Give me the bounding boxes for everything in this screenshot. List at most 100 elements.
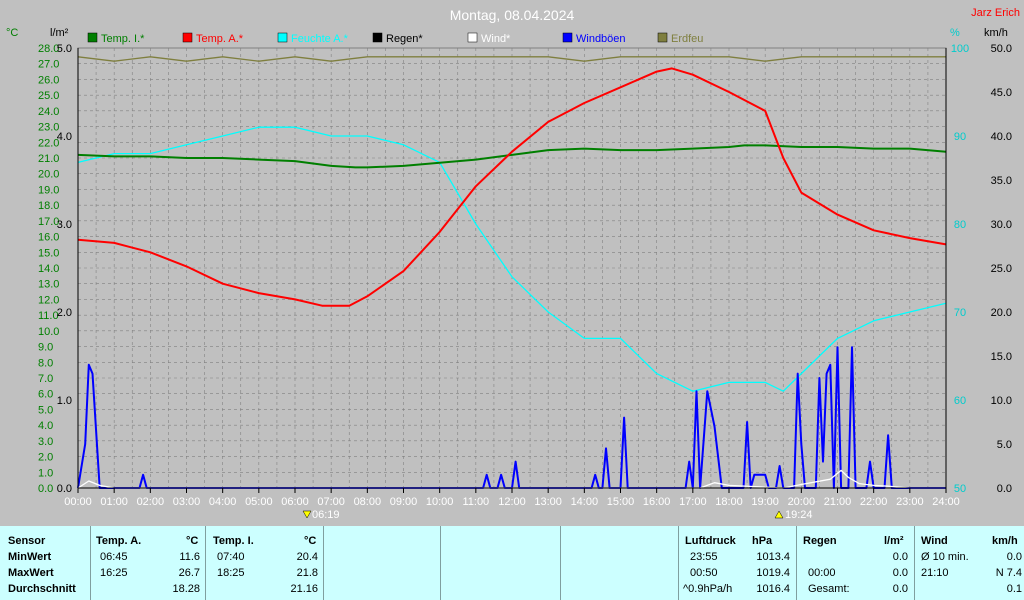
stat-label: MaxWert xyxy=(8,567,54,579)
author-label: Jarz Erich xyxy=(971,7,1020,19)
rain-unit: l/m² xyxy=(884,535,904,547)
temp-tick-label: 19.0 xyxy=(38,184,59,196)
temp-tick-label: 16.0 xyxy=(38,232,59,244)
stat-r-val: 0.0 xyxy=(892,567,908,579)
stat-p-time: 00:50 xyxy=(690,567,718,579)
temp-tick-label: 10.0 xyxy=(38,326,59,338)
wind-tick-label: 0.0 xyxy=(997,483,1012,495)
rain-tick-label: 1.0 xyxy=(57,395,72,407)
legend-label: Feuchte A.* xyxy=(291,33,349,45)
temp-tick-label: 27.0 xyxy=(38,59,59,71)
legend-swatch xyxy=(87,32,98,43)
x-tick-label: 18:00 xyxy=(715,496,743,508)
humidity-tick-label: 80 xyxy=(954,219,966,231)
x-tick-label: 06:00 xyxy=(281,496,309,508)
x-tick-label: 20:00 xyxy=(788,496,816,508)
temp-tick-label: 20.0 xyxy=(38,169,59,181)
x-tick-label: 16:00 xyxy=(643,496,671,508)
stat-ta-time: 16:25 xyxy=(100,567,128,579)
x-tick-label: 15:00 xyxy=(607,496,635,508)
temp-tick-label: 7.0 xyxy=(38,373,53,385)
statistics-panel: Sensor Temp. A. °C Temp. I. °C Luftdruck… xyxy=(0,526,1024,600)
temp-tick-label: 26.0 xyxy=(38,74,59,86)
temp-tick-label: 24.0 xyxy=(38,106,59,118)
x-tick-label: 11:00 xyxy=(462,496,489,508)
x-tick-label: 01:00 xyxy=(100,496,128,508)
celsius-unit-label: °C xyxy=(6,27,18,39)
stat-ta-val: 11.6 xyxy=(179,551,200,563)
rain-tick-label: 2.0 xyxy=(57,307,72,319)
wind-header: Wind xyxy=(921,535,948,547)
x-tick-label: 19:00 xyxy=(751,496,779,508)
wind-tick-label: 25.0 xyxy=(991,263,1012,275)
temp-tick-label: 12.0 xyxy=(38,294,59,306)
x-tick-label: 00:00 xyxy=(64,496,92,508)
stat-r-time: Gesamt: xyxy=(808,583,850,595)
temp-tick-label: 11.0 xyxy=(38,310,59,322)
wind-tick-label: 15.0 xyxy=(991,351,1012,363)
x-tick-label: 12:00 xyxy=(498,496,526,508)
temp-tick-label: 8.0 xyxy=(38,357,53,369)
legend-swatch xyxy=(657,32,668,43)
sunset-label: 19:24 xyxy=(785,509,813,521)
x-tick-label: 03:00 xyxy=(173,496,201,508)
temp-a-unit: °C xyxy=(186,535,199,547)
temp-tick-label: 0.0 xyxy=(38,483,53,495)
rain-tick-label: 3.0 xyxy=(57,219,72,231)
wind-tick-label: 40.0 xyxy=(991,131,1012,143)
rain-tick-label: 4.0 xyxy=(57,131,72,143)
x-tick-label: 04:00 xyxy=(209,496,237,508)
temp-tick-label: 15.0 xyxy=(38,247,59,259)
stat-ta-time: 06:45 xyxy=(100,551,128,563)
rain-unit-label: l/m² xyxy=(50,27,69,39)
wind-tick-label: 45.0 xyxy=(991,87,1012,99)
temp-tick-label: 13.0 xyxy=(38,279,59,291)
weather-chart: 0.0 1.0 2.0 3.0 4.0 5.0 6.0 7.0 8.0 9.0 10.0 11.0 12… xyxy=(0,0,1024,526)
temp-tick-label: 3.0 xyxy=(38,436,53,448)
stat-ti-time: 07:40 xyxy=(217,551,245,563)
temp-tick-label: 4.0 xyxy=(38,420,53,432)
legend-label: Wind* xyxy=(481,33,511,45)
legend-swatch xyxy=(467,32,478,43)
stat-p-val: 1019.4 xyxy=(756,567,790,579)
x-tick-label: 22:00 xyxy=(860,496,888,508)
rain-tick-label: 0.0 xyxy=(57,483,72,495)
legend-swatch xyxy=(372,32,383,43)
wind-tick-label: 10.0 xyxy=(991,395,1012,407)
pressure-unit: hPa xyxy=(752,535,773,547)
temp-tick-label: 14.0 xyxy=(38,263,59,275)
wind-tick-label: 30.0 xyxy=(991,219,1012,231)
stat-p-time: ^0.9hPa/h xyxy=(683,583,733,595)
temp-i-header: Temp. I. xyxy=(213,535,254,547)
temp-tick-label: 1.0 xyxy=(38,467,53,479)
wind-tick-label: 20.0 xyxy=(991,307,1012,319)
x-tick-label: 24:00 xyxy=(932,496,960,508)
humidity-tick-label: 50 xyxy=(954,483,966,495)
rain-tick-label: 5.0 xyxy=(57,43,72,55)
temp-tick-label: 21.0 xyxy=(38,153,59,165)
stat-w-val: 0.1 xyxy=(1006,583,1022,595)
wind-tick-label: 50.0 xyxy=(991,43,1012,55)
legend-label: Regen* xyxy=(386,33,423,45)
x-tick-label: 13:00 xyxy=(534,496,562,508)
stat-r-time: 00:00 xyxy=(808,567,836,579)
chart-title: Montag, 08.04.2024 xyxy=(450,7,575,23)
sensor-header: Sensor xyxy=(8,535,46,547)
temp-a-header: Temp. A. xyxy=(96,535,142,547)
temp-i-unit: °C xyxy=(304,535,317,547)
x-tick-label: 08:00 xyxy=(354,496,382,508)
stat-ta-val: 18.28 xyxy=(172,583,200,595)
stat-label: MinWert xyxy=(8,551,52,563)
wind-tick-label: 5.0 xyxy=(997,439,1012,451)
stat-p-val: 1016.4 xyxy=(756,583,790,595)
legend-swatch xyxy=(562,32,573,43)
stat-r-val: 0.0 xyxy=(892,583,908,595)
stat-ti-time: 18:25 xyxy=(217,567,245,579)
percent-unit-label: % xyxy=(950,27,960,39)
stat-p-val: 1013.4 xyxy=(756,551,790,563)
x-tick-label: 10:00 xyxy=(426,496,454,508)
temp-tick-label: 25.0 xyxy=(38,90,59,102)
rain-header: Regen xyxy=(803,535,837,547)
stat-ta-val: 26.7 xyxy=(178,567,200,579)
stat-r-val: 0.0 xyxy=(892,551,908,563)
